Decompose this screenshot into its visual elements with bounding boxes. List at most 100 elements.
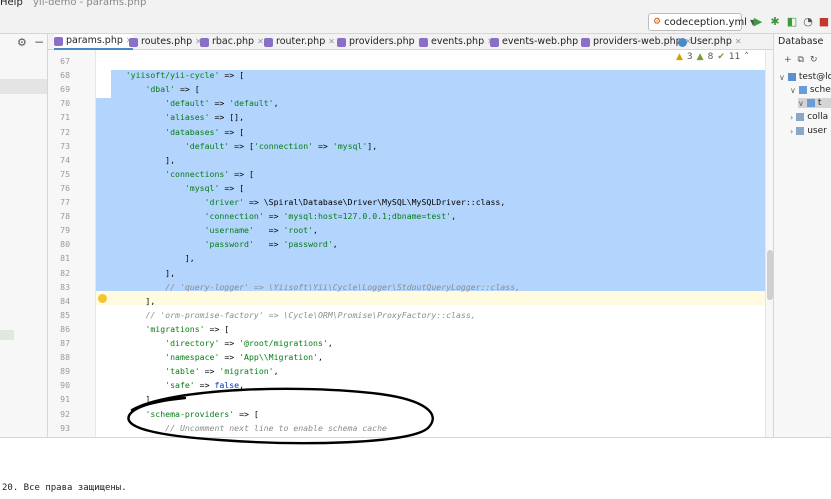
tree-item-schema[interactable]: ∨ sche <box>790 85 831 95</box>
warning-icon: ▲ <box>676 52 683 62</box>
window-title: yii-demo - params.php <box>33 0 147 8</box>
line-number: 86 <box>60 323 70 334</box>
tab-events[interactable]: events.php ✕ <box>419 34 494 50</box>
project-selected-row <box>0 79 47 94</box>
close-icon[interactable]: ✕ <box>257 34 264 50</box>
database-panel: Database + ⧉ ↻ ∨ test@lo ∨ sche ∨ t › co… <box>773 34 831 437</box>
page-footer: 20. Все права защищены. <box>0 437 831 499</box>
tab-routes[interactable]: routes.php ✕ <box>129 34 202 50</box>
codeception-icon: ⚙ <box>653 17 662 27</box>
inspection-status[interactable]: ▲ 3 ▲ 8 ✔ 11 ˄ <box>676 52 749 62</box>
line-number: 90 <box>60 380 70 391</box>
line-number: 78 <box>60 211 70 222</box>
profiler-icon[interactable]: ◔ <box>801 15 815 29</box>
chevron-up-icon[interactable]: ˄ <box>744 52 749 62</box>
code-editor[interactable]: 67 68 'yiisoft/yii-cycle' => [69 'dbal' =… <box>48 50 773 437</box>
php-file-icon <box>129 37 138 47</box>
tree-item-connection[interactable]: ∨ test@lo <box>779 72 831 82</box>
refresh-icon[interactable]: ↻ <box>810 55 818 65</box>
line-number: 72 <box>60 126 70 137</box>
tab-router[interactable]: router.php ✕ <box>264 34 335 50</box>
stop-icon[interactable]: ■ <box>817 15 831 29</box>
close-icon[interactable]: ✕ <box>328 34 335 50</box>
code-line: 'mysql' => [ <box>184 182 245 193</box>
tab-providers-web[interactable]: providers-web.php ✕ <box>581 34 691 50</box>
code-line: 'default' => 'default', <box>165 98 279 109</box>
php-file-icon <box>337 37 346 47</box>
code-line: 'directory' => '@root/migrations', <box>165 338 333 348</box>
editor-scrollbar[interactable] <box>765 50 773 437</box>
title-bar: Help yii-demo - params.php <box>0 0 831 10</box>
run-config-label: codeception.yml <box>664 16 747 28</box>
warning-count: 3 <box>686 52 693 62</box>
add-icon[interactable]: + <box>784 55 792 65</box>
coverage-icon[interactable]: ◧ <box>785 15 799 29</box>
tab-events-web[interactable]: events-web.php ✕ <box>490 34 588 50</box>
code-line: 'migrations' => [ <box>145 323 230 334</box>
tree-item-tables[interactable]: ∨ t <box>798 98 831 108</box>
tree-arrow-icon[interactable]: ∨ <box>779 73 785 82</box>
folder-icon <box>806 99 815 107</box>
code-line: // 'orm-promise-factory' => \Cycle\ORM\P… <box>145 309 476 320</box>
php-file-icon <box>490 37 499 47</box>
tab-params[interactable]: params.php ✕ <box>54 34 133 50</box>
line-number: 84 <box>60 295 70 306</box>
line-number: 71 <box>60 112 70 123</box>
collapse-icon[interactable]: − <box>34 35 44 49</box>
line-number: 92 <box>60 408 70 419</box>
menu-help[interactable]: Help <box>0 0 23 8</box>
line-number: 76 <box>60 182 70 193</box>
line-number: 77 <box>60 197 70 207</box>
line-number: 82 <box>60 267 70 278</box>
line-number: 89 <box>60 366 70 377</box>
copy-icon[interactable]: ⧉ <box>798 55 804 65</box>
php-file-icon <box>419 37 428 47</box>
code-line: ], <box>106 253 195 264</box>
weak-warning-icon: ▲ <box>696 52 704 62</box>
run-config-select[interactable]: ⚙ codeception.yml ▼ <box>648 13 756 31</box>
tab-user[interactable]: User.php ✕ <box>678 34 742 50</box>
line-number: 67 <box>60 56 70 66</box>
code-line: 'namespace' => 'App\\Migration', <box>165 352 323 363</box>
line-number: 88 <box>60 352 70 363</box>
gear-icon[interactable]: ⚙ <box>17 36 27 49</box>
tree-arrow-icon[interactable]: › <box>790 127 793 136</box>
tree-arrow-icon[interactable]: › <box>790 113 793 122</box>
code-line: 'aliases' => [], <box>165 112 245 123</box>
tree-arrow-icon[interactable]: ∨ <box>790 86 796 95</box>
run-icon[interactable]: ▶ <box>751 15 765 29</box>
php-file-icon <box>581 37 590 47</box>
code-line: ], <box>106 267 176 278</box>
project-panel-strip: ⚙ − <box>0 34 48 437</box>
line-number: 87 <box>60 338 70 348</box>
code-line: 'schema-providers' => [ <box>145 408 259 419</box>
main-toolbar: ⚙ codeception.yml ▼ ▶ ✱ ◧ ◔ ■ <box>0 10 831 34</box>
php-file-icon <box>264 37 273 47</box>
editor-tab-bar: params.php ✕ routes.php ✕ rbac.php ✕ rou… <box>48 34 773 50</box>
database-toolbar: + ⧉ ↻ <box>784 55 818 65</box>
tree-item-collations[interactable]: › colla <box>790 112 828 122</box>
tree-arrow-icon[interactable]: ∨ <box>798 99 804 108</box>
php-file-icon <box>200 37 209 47</box>
line-number: 75 <box>60 168 70 179</box>
tree-item-users[interactable]: › user <box>790 126 827 136</box>
code-line: 'yiisoft/yii-cycle' => [ <box>125 70 245 81</box>
line-number: 69 <box>60 84 70 95</box>
code-line: 'driver' => \Spiral\Database\Driver\MySQ… <box>204 197 506 207</box>
php-file-icon <box>54 36 63 46</box>
code-line: // Uncomment next line to enable schema … <box>165 422 387 433</box>
typo-icon: ✔ <box>717 52 725 62</box>
folder-icon <box>796 113 805 121</box>
code-line: 'connections' => [ <box>165 168 254 179</box>
tab-providers[interactable]: providers.php ✕ <box>337 34 424 50</box>
code-line: 'username' => 'root', <box>204 225 318 236</box>
code-line: ], <box>106 154 176 165</box>
code-line: ], <box>106 394 156 405</box>
debug-icon[interactable]: ✱ <box>768 15 782 29</box>
close-icon[interactable]: ✕ <box>735 34 742 50</box>
typo-count: 11 <box>728 52 741 62</box>
tab-rbac[interactable]: rbac.php ✕ <box>200 34 264 50</box>
project-marker <box>0 330 14 340</box>
code-line: 'default' => ['connection' => 'mysql'], <box>184 140 378 151</box>
line-number: 74 <box>60 154 70 165</box>
